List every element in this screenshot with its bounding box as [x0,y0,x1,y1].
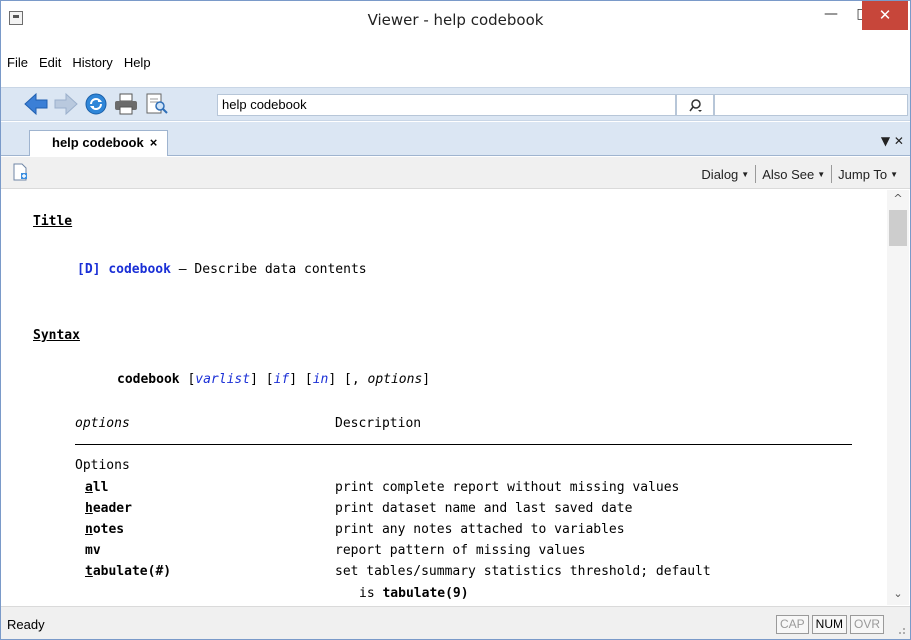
codebook-link[interactable]: codebook [108,262,171,277]
varlist-link[interactable]: varlist [195,372,250,387]
scroll-thumb[interactable] [889,210,907,246]
syntax-heading: Syntax [33,328,80,343]
search-input[interactable] [714,94,908,116]
magnifier-dropdown-icon [689,99,702,112]
print-preview-icon[interactable] [143,92,169,116]
menu-file[interactable]: File [7,53,35,75]
dropdown-caret-icon: ▼ [817,169,826,179]
toolbar: help codebook [1,87,910,121]
syntax-command: codebook [117,372,180,387]
dropdown-caret-icon: ▼ [741,169,750,179]
scroll-down-icon[interactable]: ⌄ [887,587,909,603]
minimize-button[interactable]: — [815,1,847,30]
title-line: [D] codebook — Describe data contents [77,262,367,277]
option-mv[interactable]: mv [85,543,101,558]
in-link[interactable]: in [313,372,329,387]
option-all-abbrev: a [85,480,93,495]
tabulate-default-value: tabulate(9) [382,586,469,601]
option-tabulate[interactable]: tabulate(#) [85,564,171,579]
resize-grip-icon[interactable] [896,625,906,635]
syntax-options: options [367,372,423,387]
option-notes[interactable]: notes [85,522,124,537]
header-rule [75,444,852,445]
tab-help-codebook[interactable]: help codebook × [29,130,169,156]
menu-history[interactable]: History [72,53,119,75]
window-title: Viewer - help codebook [367,11,544,29]
back-arrow-icon[interactable] [23,92,49,116]
menu-help[interactable]: Help [124,53,158,75]
viewer-window: Viewer - help codebook — □ ✕ File Edit H… [0,0,911,640]
option-desc: set tables/summary statistics threshold;… [335,564,711,579]
address-input[interactable]: help codebook [217,94,676,116]
option-desc: print complete report without missing va… [335,480,680,495]
option-desc: print any notes attached to variables [335,522,625,537]
dialog-label: Dialog [701,166,739,182]
help-content: Title [D] codebook — Describe data conte… [19,190,885,605]
tabulate-default-line: is tabulate(9) [359,586,469,601]
option-header-abbrev: h [85,501,93,516]
print-icon[interactable] [113,92,139,116]
tab-list-icon[interactable]: ▼ ✕ [881,134,904,148]
option-desc: print dataset name and last saved date [335,501,633,516]
title-description: — Describe data contents [170,262,367,277]
also-see-label: Also See [762,166,815,182]
num-lock-indicator: NUM [811,615,847,634]
scroll-up-icon[interactable]: ^ [887,192,909,208]
status-indicators: CAP NUM OVR [775,615,884,634]
option-desc: report pattern of missing values [335,543,586,558]
also-see-menu[interactable]: Also See ▼ [756,167,831,182]
manual-link[interactable]: [D] [77,262,100,277]
menu-bar: File Edit History Help [1,53,910,75]
syntax-line: codebook [varlist] [if] [in] [, options] [117,372,431,387]
option-header[interactable]: header [85,501,132,516]
tabulate-default-prefix: is [359,586,383,601]
status-text: Ready [7,617,45,632]
close-window-button[interactable]: ✕ [862,1,908,30]
tab-close-icon[interactable]: × [150,135,158,150]
refresh-icon[interactable] [83,92,109,116]
new-viewer-icon[interactable] [11,163,29,181]
caps-lock-indicator: CAP [775,615,809,634]
forward-arrow-icon[interactable] [53,92,79,116]
options-group-label: Options [75,458,130,473]
jump-to-menu[interactable]: Jump To ▼ [832,167,904,182]
title-bar: Viewer - help codebook — □ ✕ [1,1,910,39]
vertical-scrollbar[interactable]: ^ ⌄ [887,190,909,605]
option-all[interactable]: all [85,480,108,495]
if-link[interactable]: if [274,372,290,387]
description-column-header: Description [335,416,422,431]
tab-label: help codebook [52,135,144,150]
overwrite-indicator: OVR [849,615,884,634]
option-notes-abbrev: n [85,522,93,537]
dropdown-caret-icon: ▼ [890,169,898,179]
dialog-menu[interactable]: Dialog ▼ [695,167,755,182]
jump-to-label: Jump To [838,166,888,182]
help-toolbar: Dialog ▼ Also See ▼ Jump To ▼ [1,157,910,189]
title-heading: Title [33,214,73,229]
tab-strip: help codebook × ▼ ✕ [1,122,910,156]
menu-edit[interactable]: Edit [39,53,68,75]
option-tabulate-abbrev: t [85,564,93,579]
options-column-header: options [75,416,130,431]
find-button[interactable] [676,94,714,116]
status-bar: Ready CAP NUM OVR [1,606,910,639]
